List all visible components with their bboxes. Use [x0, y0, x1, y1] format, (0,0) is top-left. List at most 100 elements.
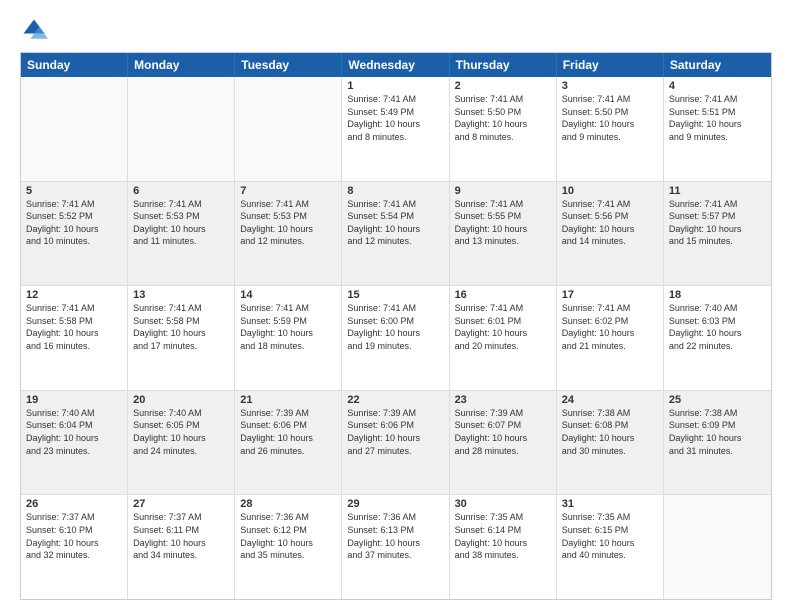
day-number: 10 — [562, 185, 658, 197]
cell-info-line: and 34 minutes. — [133, 549, 229, 562]
cal-cell: 9Sunrise: 7:41 AMSunset: 5:55 PMDaylight… — [450, 182, 557, 286]
cal-cell: 16Sunrise: 7:41 AMSunset: 6:01 PMDayligh… — [450, 286, 557, 390]
cal-week-2: 5 Sunrise: 7:41 AM Sunset: 5:52 PM Daylight… — [21, 182, 771, 287]
cell-info-line: and 31 minutes. — [669, 445, 766, 458]
cell-info-line: Sunrise: 7:37 AM — [133, 511, 229, 524]
cal-cell: 26Sunrise: 7:37 AMSunset: 6:10 PMDayligh… — [21, 495, 128, 599]
cell-info-line: Daylight: 10 hours — [669, 118, 766, 131]
cell-info-line: and 8 minutes. — [455, 131, 551, 144]
cal-cell: 20Sunrise: 7:40 AMSunset: 6:05 PMDayligh… — [128, 391, 235, 495]
cell-info-line: and 12 minutes. — [347, 235, 443, 248]
cell-info-line: Sunset: 6:13 PM — [347, 524, 443, 537]
day-number: 29 — [347, 498, 443, 510]
day-number: 7 — [240, 185, 336, 197]
cal-week-5: 26Sunrise: 7:37 AMSunset: 6:10 PMDayligh… — [21, 495, 771, 599]
cal-week-3: 12Sunrise: 7:41 AMSunset: 5:58 PMDayligh… — [21, 286, 771, 391]
day-number: 14 — [240, 289, 336, 301]
cal-cell: 5Sunrise: 7:41 AMSunset: 5:52 PMDaylight… — [21, 182, 128, 286]
cell-info-line: Sunset: 5:55 PM — [455, 210, 551, 223]
cal-cell: 2Sunrise: 7:41 AMSunset: 5:50 PMDaylight… — [450, 77, 557, 181]
cell-info-line: Sunset: 6:06 PM — [347, 419, 443, 432]
cell-info-line: Sunrise: 7:41 AM — [455, 93, 551, 106]
cell-info-line: Daylight: 10 hours — [347, 327, 443, 340]
cell-info-line: Sunset: 5:57 PM — [669, 210, 766, 223]
cal-cell: 23Sunrise: 7:39 AMSunset: 6:07 PMDayligh… — [450, 391, 557, 495]
cell-info-line: and 9 minutes. — [562, 131, 658, 144]
cell-info-line: Sunrise: 7:35 AM — [455, 511, 551, 524]
cell-info-line: Daylight: 10 hours — [455, 223, 551, 236]
cell-info-line: Daylight: 10 hours — [133, 537, 229, 550]
cell-info-line: and 13 minutes. — [455, 235, 551, 248]
cell-info-line: and 35 minutes. — [240, 549, 336, 562]
cell-info-line: and 40 minutes. — [562, 549, 658, 562]
cell-info-line: Sunset: 5:52 PM — [26, 210, 122, 223]
cell-info-line: Sunrise: 7:41 AM — [347, 93, 443, 106]
cell-info-line: Sunrise: 7:41 AM — [240, 302, 336, 315]
cell-info-line: Daylight: 10 hours — [240, 223, 336, 236]
cell-info-line: and 21 minutes. — [562, 340, 658, 353]
cell-info-line: Daylight: 10 hours — [26, 537, 122, 550]
day-number: 5 — [26, 185, 122, 197]
cell-info-line: Sunrise: 7:41 AM — [133, 302, 229, 315]
cell-info-line: and 17 minutes. — [133, 340, 229, 353]
cell-info-line: Daylight: 10 hours — [133, 223, 229, 236]
cal-cell: 12Sunrise: 7:41 AMSunset: 5:58 PMDayligh… — [21, 286, 128, 390]
cell-info-line: and 8 minutes. — [347, 131, 443, 144]
cell-info-line: Sunrise: 7:41 AM — [455, 198, 551, 211]
cell-info-line: and 16 minutes. — [26, 340, 122, 353]
cal-cell — [21, 77, 128, 181]
day-number: 21 — [240, 394, 336, 406]
cell-info-line: Sunset: 6:09 PM — [669, 419, 766, 432]
cell-info-line: and 18 minutes. — [240, 340, 336, 353]
cell-info-line: Sunset: 5:51 PM — [669, 106, 766, 119]
day-number: 3 — [562, 80, 658, 92]
cal-cell: 10Sunrise: 7:41 AMSunset: 5:56 PMDayligh… — [557, 182, 664, 286]
cell-info-line: Sunrise: 7:41 AM — [347, 198, 443, 211]
cal-cell: 24Sunrise: 7:38 AMSunset: 6:08 PMDayligh… — [557, 391, 664, 495]
cell-info-line: Daylight: 10 hours — [347, 118, 443, 131]
cal-header-tuesday: Tuesday — [235, 53, 342, 77]
cell-info-line: Daylight: 10 hours — [347, 537, 443, 550]
cell-info-line: Sunset: 6:15 PM — [562, 524, 658, 537]
logo — [20, 16, 52, 44]
cal-header-saturday: Saturday — [664, 53, 771, 77]
day-number: 11 — [669, 185, 766, 197]
cell-info-line: Sunrise: 7:40 AM — [669, 302, 766, 315]
cal-cell: 22Sunrise: 7:39 AMSunset: 6:06 PMDayligh… — [342, 391, 449, 495]
cal-header-wednesday: Wednesday — [342, 53, 449, 77]
cell-info-line: and 38 minutes. — [455, 549, 551, 562]
cell-info-line: Sunset: 5:49 PM — [347, 106, 443, 119]
header — [20, 16, 772, 44]
cell-info-line: Sunrise: 7:40 AM — [133, 407, 229, 420]
cell-info-line: Sunrise: 7:41 AM — [669, 93, 766, 106]
calendar-header-row: SundayMondayTuesdayWednesdayThursdayFrid… — [21, 53, 771, 77]
cell-info-line: Sunset: 5:54 PM — [347, 210, 443, 223]
cell-info-line: Daylight: 10 hours — [26, 327, 122, 340]
cal-cell: 3Sunrise: 7:41 AMSunset: 5:50 PMDaylight… — [557, 77, 664, 181]
cell-info-line: Sunrise: 7:41 AM — [562, 302, 658, 315]
cell-info-line: Sunset: 6:14 PM — [455, 524, 551, 537]
cell-info-line: Sunrise: 7:39 AM — [347, 407, 443, 420]
cal-cell: 1Sunrise: 7:41 AMSunset: 5:49 PMDaylight… — [342, 77, 449, 181]
cell-info-line: Sunrise: 7:39 AM — [455, 407, 551, 420]
cell-info-line: and 12 minutes. — [240, 235, 336, 248]
cell-info-line: Sunrise: 7:37 AM — [26, 511, 122, 524]
cell-info-line: Daylight: 10 hours — [26, 432, 122, 445]
calendar: SundayMondayTuesdayWednesdayThursdayFrid… — [20, 52, 772, 600]
cell-info-line: Sunrise: 7:36 AM — [240, 511, 336, 524]
cell-info-line: Sunrise: 7:40 AM — [26, 407, 122, 420]
cell-info-line: Sunset: 6:07 PM — [455, 419, 551, 432]
cal-cell: 25Sunrise: 7:38 AMSunset: 6:09 PMDayligh… — [664, 391, 771, 495]
day-number: 16 — [455, 289, 551, 301]
cell-info-line: Daylight: 10 hours — [669, 327, 766, 340]
cell-info-line: and 9 minutes. — [669, 131, 766, 144]
cell-info-line: Sunrise: 7:36 AM — [347, 511, 443, 524]
cell-info-line: Sunset: 5:59 PM — [240, 315, 336, 328]
cell-info-line: Daylight: 10 hours — [562, 327, 658, 340]
cal-week-4: 19Sunrise: 7:40 AMSunset: 6:04 PMDayligh… — [21, 391, 771, 496]
cell-info-line: Daylight: 10 hours — [240, 432, 336, 445]
cal-cell: 15Sunrise: 7:41 AMSunset: 6:00 PMDayligh… — [342, 286, 449, 390]
cal-cell: 29Sunrise: 7:36 AMSunset: 6:13 PMDayligh… — [342, 495, 449, 599]
cell-info-line: Sunset: 5:50 PM — [562, 106, 658, 119]
cell-info-line: and 23 minutes. — [26, 445, 122, 458]
